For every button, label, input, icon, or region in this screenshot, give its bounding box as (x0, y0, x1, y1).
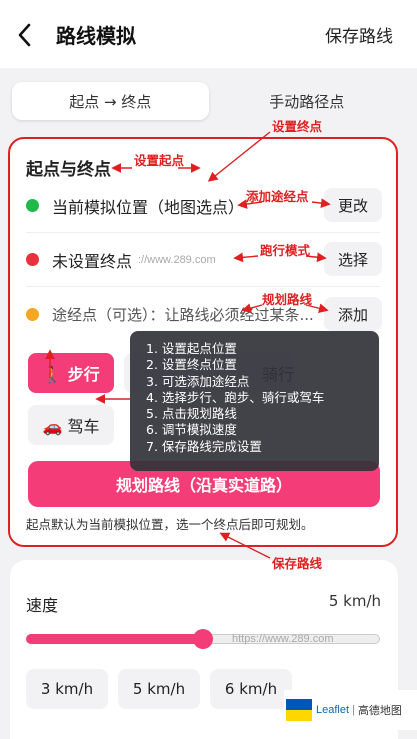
header-bar: 路线模拟 保存路线 (0, 0, 417, 68)
leaflet-flag-icon (286, 699, 312, 721)
start-row: 当前模拟位置（地图选点） 更改 (26, 188, 382, 222)
annotation-add-waypoint: 添加途经点 (246, 189, 309, 204)
step-item: 6. 调节模拟速度 (146, 422, 237, 438)
start-dot-icon (26, 199, 39, 212)
annotation-set-end: 设置终点 (272, 119, 323, 134)
watermark-text: ://www.289.com (138, 254, 216, 266)
step-item: 3. 可选添加途经点 (146, 373, 250, 389)
preset-5kmh-button[interactable]: 5 km/h (118, 669, 200, 709)
steps-list: 1. 设置起点位置 2. 设置终点位置 3. 可选添加途经点 4. 选择步行、跑… (146, 341, 363, 455)
step-item: 5. 点击规划路线 (146, 406, 237, 422)
steps-tooltip: 1. 设置起点位置 2. 设置终点位置 3. 可选添加途经点 4. 选择步行、跑… (130, 331, 379, 471)
step-item: 4. 选择步行、跑步、骑行或驾车 (146, 389, 325, 405)
annotation-plan-route: 规划路线 (262, 292, 313, 307)
leaflet-link[interactable]: Leaflet (316, 704, 349, 716)
tab-manual-waypoints[interactable]: 手动路径点 (209, 82, 406, 120)
tab-start-end[interactable]: 起点 → 终点 (12, 82, 209, 120)
start-label: 当前模拟位置（地图选点） (52, 198, 245, 217)
hint-text: 起点默认为当前模拟位置，选一个终点后即可规划。 (26, 517, 314, 532)
divider (26, 286, 380, 287)
annotation-save-route: 保存路线 (272, 556, 323, 571)
annotation-run-mode: 跑行模式 (260, 243, 311, 258)
speed-slider-thumb[interactable] (193, 629, 213, 649)
attribution-separator: | (352, 704, 355, 716)
mode-drive-button[interactable]: 🚗 驾车 (28, 405, 114, 445)
mode-walk-button[interactable]: 🚶 步行 (28, 353, 114, 393)
speed-slider-fill (26, 634, 203, 644)
speed-label: 速度 (26, 596, 59, 615)
annotation-set-start: 设置起点 (134, 153, 185, 168)
preset-6kmh-button[interactable]: 6 km/h (210, 669, 292, 709)
map-attribution: Leaflet | 高德地图 (284, 690, 417, 730)
preset-3kmh-button[interactable]: 3 km/h (26, 669, 108, 709)
change-start-button[interactable]: 更改 (324, 188, 382, 222)
speed-value: 5 km/h (328, 592, 381, 610)
end-dot-icon (26, 253, 39, 266)
waypoint-dot-icon (26, 308, 39, 321)
end-label: 未设置终点 (52, 252, 133, 271)
step-item: 1. 设置起点位置 (146, 341, 237, 356)
watermark-text: https://www.289.com (232, 633, 334, 645)
divider (26, 232, 380, 233)
step-item: 2. 设置终点位置 (146, 357, 237, 373)
page-title: 路线模拟 (56, 24, 136, 48)
save-route-button[interactable]: 保存路线 (325, 22, 393, 47)
waypoint-row: 途经点（可选）：让路线必须经过某条... 添加 (26, 297, 382, 331)
back-arrow-icon[interactable] (12, 20, 38, 50)
add-waypoint-button[interactable]: 添加 (324, 297, 382, 331)
select-end-button[interactable]: 选择 (324, 242, 382, 276)
mode-tabs: 起点 → 终点 手动路径点 (12, 82, 405, 122)
map-provider: 高德地图 (357, 705, 402, 717)
section-title: 起点与终点 (26, 160, 111, 180)
step-item: 7. 保存路线完成设置 (146, 438, 262, 454)
